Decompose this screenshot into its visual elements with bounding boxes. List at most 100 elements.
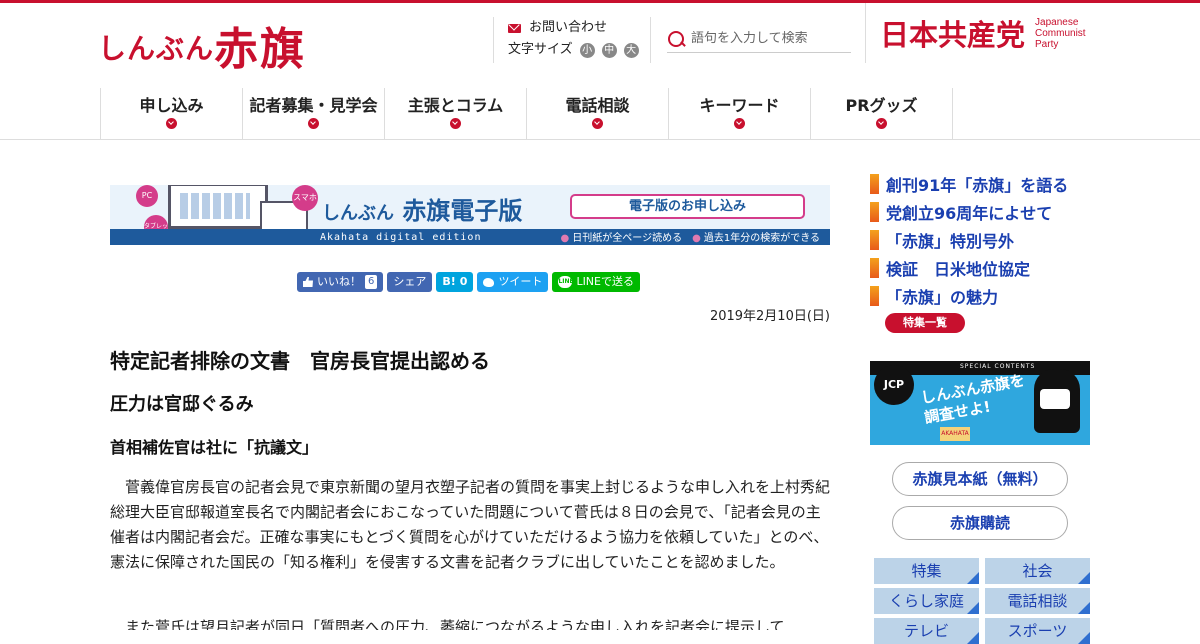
nav-label: PRグッズ — [845, 96, 918, 115]
hatena-label: B! — [442, 275, 456, 288]
special-contents-text: SPECIAL CONTENTS — [960, 363, 1036, 370]
party-english-name: Japanese Communist Party — [1035, 17, 1086, 50]
category-sports[interactable]: スポーツ — [985, 618, 1090, 644]
category-feature[interactable]: 特集 — [874, 558, 979, 584]
category-phone-consult[interactable]: 電話相談 — [985, 588, 1090, 614]
digital-edition-apply-button[interactable]: 電子版のお申し込み — [570, 194, 805, 219]
contact-label: お問い合わせ — [529, 20, 608, 35]
nav-item-application[interactable]: 申し込み — [101, 88, 243, 139]
phone-badge: スマホ — [292, 185, 318, 211]
promo-text: しんぶん赤旗を 調査せよ! — [919, 370, 1029, 428]
nav-item-keywords[interactable]: キーワード — [669, 88, 811, 139]
tweet-button[interactable]: ツイート — [477, 272, 549, 292]
party-en-line-3: Party — [1035, 38, 1059, 50]
party-en-line-1: Japanese — [1035, 16, 1079, 28]
like-label: いいね！ — [317, 275, 361, 288]
sidebar-link-label: 「赤旗」の魅力 — [886, 288, 999, 307]
category-tv[interactable]: テレビ — [874, 618, 979, 644]
chevron-down-icon — [450, 118, 461, 129]
orange-bar-icon — [870, 286, 879, 306]
orange-bar-icon — [870, 230, 879, 250]
sidebar-link-special-extra[interactable]: 「赤旗」特別号外 — [870, 226, 1068, 254]
search-icon[interactable] — [667, 30, 685, 48]
header-utility-links: お問い合わせ 文字サイズ 小 中 大 — [493, 17, 639, 63]
font-size-large-button[interactable]: 大 — [623, 42, 639, 58]
digital-edition-banner[interactable]: PC タブレット スマホ しんぶん 赤旗電子版 電子版のお申し込み Akahat… — [110, 185, 830, 245]
promo-tag: AKAHATA — [940, 427, 970, 441]
main-nav: 申し込み 記者募集・見学会 主張とコラム 電話相談 キーワード PRグッズ — [100, 88, 953, 139]
sidebar-link-appeal[interactable]: 「赤旗」の魅力 — [870, 282, 1068, 310]
orange-bar-icon — [870, 202, 879, 222]
category-society[interactable]: 社会 — [985, 558, 1090, 584]
chevron-down-icon — [734, 118, 745, 129]
sidebar-link-label: 検証 日米地位協定 — [886, 260, 1031, 279]
hatena-bookmark-button[interactable]: B! 0 — [436, 272, 474, 292]
nav-label: 主張とコラム — [407, 96, 504, 115]
sidebar-link-96th-anniversary[interactable]: 党創立96周年によせて — [870, 198, 1068, 226]
search-area — [650, 17, 851, 63]
line-icon: LINE — [558, 276, 574, 288]
search-input[interactable] — [691, 31, 841, 46]
banner-bullet: 過去1年分の検索ができる — [692, 229, 820, 244]
nav-divider — [0, 139, 1200, 140]
font-size-label: 文字サイズ — [508, 42, 573, 57]
orange-bar-icon — [870, 174, 879, 194]
nav-label: 申し込み — [139, 96, 204, 115]
nav-item-editorials[interactable]: 主張とコラム — [385, 88, 527, 139]
article-subtitle-2: 首相補佐官は社に「抗議文」 — [110, 438, 319, 457]
sidebar-link-sofa[interactable]: 検証 日米地位協定 — [870, 254, 1068, 282]
font-size-small-button[interactable]: 小 — [579, 42, 595, 58]
sample-paper-button[interactable]: 赤旗見本紙（無料） — [892, 462, 1068, 496]
logo-small-text: しんぶん — [98, 32, 215, 65]
facebook-share-button[interactable]: シェア — [387, 272, 433, 292]
contact-link[interactable]: お問い合わせ — [508, 17, 639, 39]
nav-label: 電話相談 — [565, 96, 630, 115]
article-paragraph-1: 菅義偉官房長官の記者会見で東京新聞の望月衣塑子記者の質問を事実上封じるような申し… — [110, 478, 831, 571]
mail-icon — [508, 23, 521, 33]
monitor-content — [180, 193, 250, 219]
investigate-akahata-banner[interactable]: SPECIAL CONTENTS JCP しんぶん赤旗を 調査せよ! AKAHA… — [870, 361, 1090, 445]
like-count: 6 — [365, 275, 378, 289]
font-size-control: 文字サイズ 小 中 大 — [508, 39, 639, 61]
article-date: 2019年2月10日(日) — [709, 309, 830, 324]
pc-badge: PC — [136, 185, 158, 207]
subscribe-button[interactable]: 赤旗購読 — [892, 506, 1068, 540]
sidebar-link-91st-anniversary[interactable]: 創刊91年「赤旗」を語る — [870, 170, 1068, 198]
party-en-line-2: Communist — [1035, 27, 1086, 39]
jcp-badge: JCP — [874, 365, 914, 405]
banner-subtitle: Akahata digital edition — [320, 232, 482, 243]
article-paragraph-2: また菅氏は望月記者が同日「質問者への圧力、萎縮につながるような申し入れを記者会に… — [125, 618, 785, 630]
orange-bar-icon — [870, 258, 879, 278]
search-box — [667, 25, 851, 53]
nav-label: キーワード — [699, 96, 780, 115]
site-header: しんぶん赤旗 お問い合わせ 文字サイズ 小 中 大 日本共産党 Japanese… — [0, 3, 1200, 87]
nav-item-pr-goods[interactable]: PRグッズ — [811, 88, 953, 139]
line-send-button[interactable]: LINE LINEで送る — [552, 272, 640, 292]
nav-label: 記者募集・見学会 — [249, 96, 378, 115]
akahata-logo[interactable]: しんぶん赤旗 — [98, 13, 306, 77]
feature-list-button[interactable]: 特集一覧 — [885, 313, 965, 333]
sidebar-link-label: 党創立96周年によせて — [886, 204, 1053, 223]
nav-item-recruitment[interactable]: 記者募集・見学会 — [243, 88, 385, 139]
chevron-down-icon — [308, 118, 319, 129]
font-size-medium-button[interactable]: 中 — [601, 42, 617, 58]
article-subtitle-1: 圧力は官邸ぐるみ — [110, 394, 254, 415]
twitter-bird-icon — [483, 277, 495, 287]
chevron-down-icon — [166, 118, 177, 129]
banner-title-main: 赤旗電子版 — [402, 197, 523, 225]
tweet-label: ツイート — [498, 275, 543, 288]
banner-bullet: 日刊紙が全ページ読める — [561, 229, 682, 244]
banner-title-prefix: しんぶん — [322, 203, 394, 224]
party-name: 日本共産党 — [880, 18, 1026, 52]
chevron-down-icon — [876, 118, 887, 129]
share-label: シェア — [393, 275, 427, 288]
jcp-logo[interactable]: 日本共産党 Japanese Communist Party — [865, 3, 1086, 63]
category-living[interactable]: くらし家庭 — [874, 588, 979, 614]
nav-item-phone-consult[interactable]: 電話相談 — [527, 88, 669, 139]
sidebar-link-label: 「赤旗」特別号外 — [886, 232, 1015, 251]
line-label: LINEで送る — [576, 275, 634, 288]
banner-title: しんぶん 赤旗電子版 — [322, 191, 522, 226]
hatena-count: 0 — [459, 275, 468, 288]
facebook-like-button[interactable]: いいね！ 6 — [297, 272, 384, 292]
thumbs-up-icon — [303, 277, 313, 287]
